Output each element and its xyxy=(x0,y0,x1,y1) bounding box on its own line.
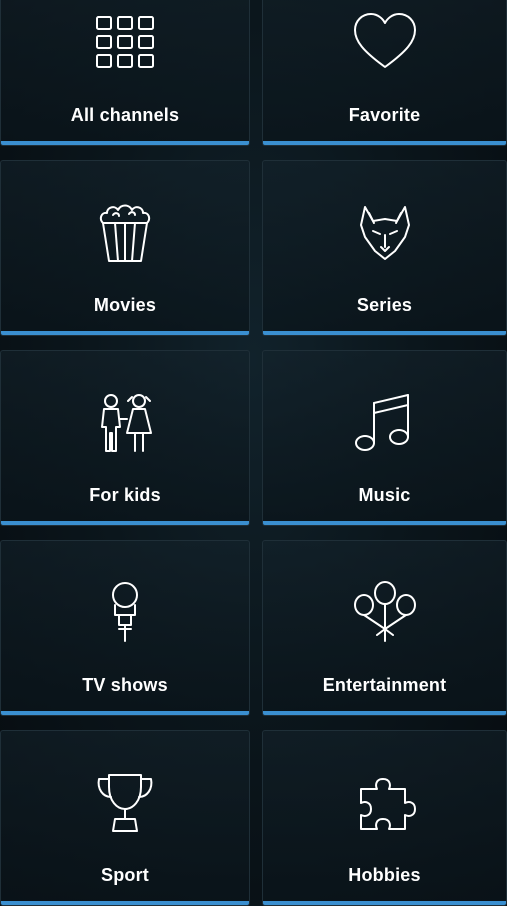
category-tile-music[interactable]: Music xyxy=(262,350,507,526)
microphone-icon xyxy=(93,581,157,645)
category-label: TV shows xyxy=(82,675,168,695)
category-label: Series xyxy=(356,295,413,315)
category-tile-movies[interactable]: Movies xyxy=(0,160,250,336)
category-tile-favorite[interactable]: Favorite xyxy=(262,0,507,146)
kids-icon xyxy=(93,391,157,455)
category-tile-for-kids[interactable]: For kids xyxy=(0,350,250,526)
category-label: Music xyxy=(358,485,411,505)
heart-icon xyxy=(353,11,417,75)
puzzle-icon xyxy=(353,771,417,835)
popcorn-icon xyxy=(93,201,157,265)
category-label: Sport xyxy=(101,865,149,885)
category-tile-hobbies[interactable]: Hobbies xyxy=(262,730,507,906)
category-label: Favorite xyxy=(348,105,421,125)
category-tile-sport[interactable]: Sport xyxy=(0,730,250,906)
trophy-icon xyxy=(93,771,157,835)
category-label: Entertainment xyxy=(322,675,447,695)
wolf-icon xyxy=(353,201,417,265)
category-label: Movies xyxy=(93,295,157,315)
category-label: For kids xyxy=(89,485,161,505)
category-grid: All channels Favorite Movies Series For … xyxy=(0,0,507,906)
category-tile-series[interactable]: Series xyxy=(262,160,507,336)
category-label: All channels xyxy=(70,105,180,125)
grid-icon xyxy=(93,11,157,75)
category-label: Hobbies xyxy=(348,865,421,885)
category-tile-all-channels[interactable]: All channels xyxy=(0,0,250,146)
music-note-icon xyxy=(353,391,417,455)
category-tile-tv-shows[interactable]: TV shows xyxy=(0,540,250,716)
category-tile-entertainment[interactable]: Entertainment xyxy=(262,540,507,716)
balloons-icon xyxy=(353,581,417,645)
